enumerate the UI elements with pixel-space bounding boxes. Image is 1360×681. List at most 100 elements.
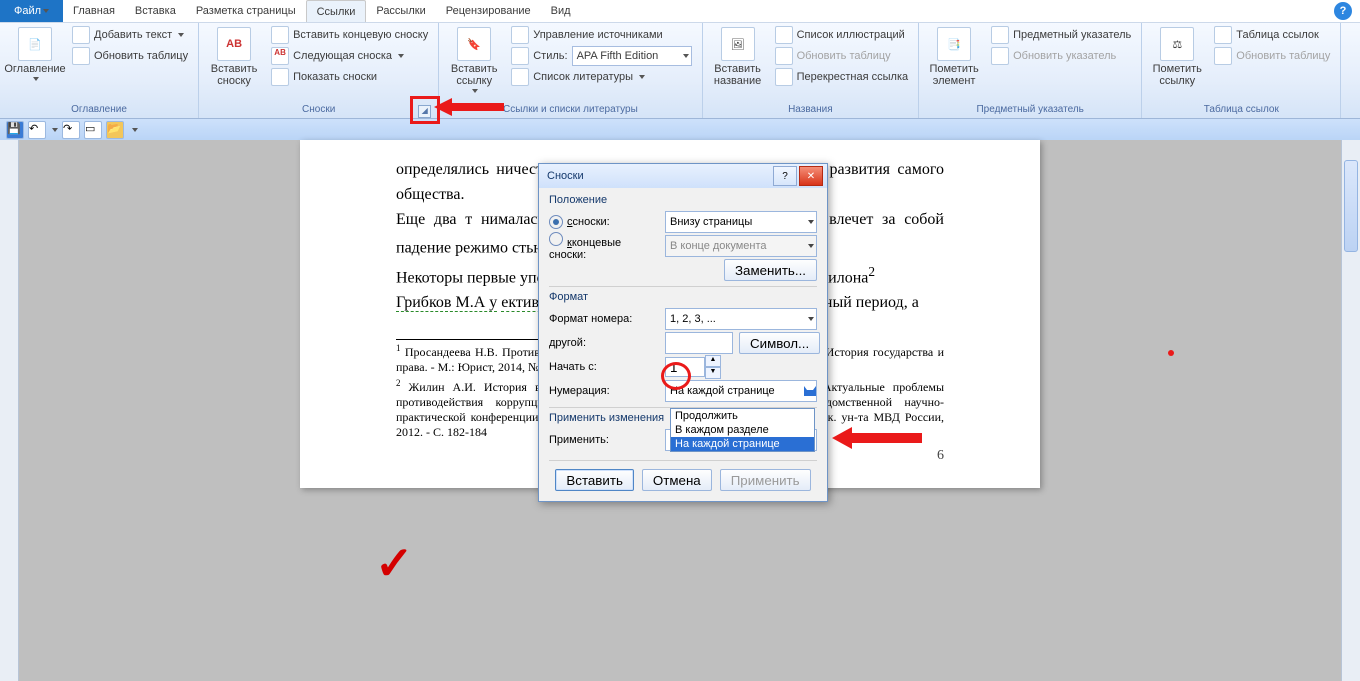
- undo-icon[interactable]: ↶: [28, 121, 46, 139]
- label: Показать сноски: [293, 71, 377, 83]
- insert-caption-button[interactable]: 🖼Вставить название: [709, 25, 767, 87]
- combo-value: На каждой странице: [670, 385, 775, 397]
- new-doc-icon[interactable]: ▭: [84, 121, 102, 139]
- update-toc-button[interactable]: Обновить таблицу: [68, 46, 192, 66]
- spin-up-icon[interactable]: ▲: [705, 355, 721, 367]
- help-icon[interactable]: ?: [1334, 2, 1352, 20]
- next-footnote-button[interactable]: ABСледующая сноска: [267, 46, 432, 66]
- chevron-down-icon[interactable]: [52, 128, 58, 132]
- insert-endnote-button[interactable]: Вставить концевую сноску: [267, 25, 432, 45]
- tab-home[interactable]: Главная: [63, 0, 125, 22]
- open-icon[interactable]: 📂: [106, 121, 124, 139]
- redo-icon[interactable]: ↷: [62, 121, 80, 139]
- chevron-down-icon: [808, 220, 814, 224]
- dialog-close-button[interactable]: ✕: [799, 166, 823, 186]
- label: Вставить концевую сноску: [293, 29, 428, 41]
- label: Следующая сноска: [293, 50, 392, 62]
- combo-value: 1, 2, 3, ...: [670, 313, 716, 325]
- index-icon: [991, 26, 1009, 44]
- add-text-button[interactable]: Добавить текст: [68, 25, 192, 45]
- endnote-position-combo: В конце документа: [665, 235, 817, 257]
- crossref-icon: [775, 68, 793, 86]
- insert-footnote-button[interactable]: ABВставить сноску: [205, 25, 263, 87]
- label: Обновить таблицу: [94, 50, 188, 62]
- footnotes-launcher[interactable]: ◢: [418, 105, 431, 118]
- mark-entry-button[interactable]: 📑Пометить элемент: [925, 25, 983, 87]
- tab-layout[interactable]: Разметка страницы: [186, 0, 306, 22]
- cross-reference-button[interactable]: Перекрестная ссылка: [771, 67, 913, 87]
- menu-tabs: Файл Главная Вставка Разметка страницы С…: [0, 0, 1360, 22]
- footnotes-dialog: Сноски ? ✕ Положение ссноски: Внизу стра…: [538, 163, 828, 502]
- replace-button[interactable]: Заменить...: [724, 259, 817, 281]
- chevron-down-icon: [639, 75, 645, 79]
- dialog-help-button[interactable]: ?: [773, 166, 797, 186]
- chevron-down-icon: [398, 54, 404, 58]
- dropdown-option-selected[interactable]: На каждой странице: [671, 437, 814, 451]
- label: Пометить ссылку: [1153, 63, 1202, 87]
- mark-citation-button[interactable]: ⚖Пометить ссылку: [1148, 25, 1206, 87]
- footnote-position-combo[interactable]: Внизу страницы: [665, 211, 817, 233]
- tab-review[interactable]: Рецензирование: [436, 0, 541, 22]
- insert-index-button[interactable]: Предметный указатель: [987, 25, 1135, 45]
- insert-toa-button[interactable]: Таблица ссылок: [1210, 25, 1334, 45]
- list-of-figures-button[interactable]: Список иллюстраций: [771, 25, 913, 45]
- show-icon: [271, 68, 289, 86]
- bibliography-button[interactable]: Список литературы: [507, 67, 695, 87]
- number-format-combo[interactable]: 1, 2, 3, ...: [665, 308, 817, 330]
- spin-down-icon[interactable]: ▼: [705, 367, 721, 379]
- tab-view[interactable]: Вид: [541, 0, 581, 22]
- chevron-down-icon: [808, 317, 814, 321]
- ribbon: 📄Оглавление Добавить текст Обновить табл…: [0, 22, 1360, 119]
- radio-endnotes[interactable]: кконцевые сноски:: [549, 232, 659, 261]
- custom-mark-input[interactable]: [665, 332, 733, 354]
- refresh-icon: [775, 47, 793, 65]
- start-at-spinner[interactable]: ▲▼: [665, 355, 721, 379]
- label: Список литературы: [533, 71, 633, 83]
- citation-style[interactable]: Стиль:APA Fifth Edition: [507, 46, 695, 66]
- label: Таблица ссылок: [1236, 29, 1319, 41]
- insert-citation-button[interactable]: 🔖Вставить ссылку: [445, 25, 503, 93]
- group-label-footnotes: Сноски◢: [205, 104, 432, 118]
- update-captions-button[interactable]: Обновить таблицу: [771, 46, 913, 66]
- chevron-down-icon: [472, 89, 478, 93]
- group-label-index: Предметный указатель: [925, 104, 1135, 118]
- scroll-thumb[interactable]: [1344, 160, 1358, 252]
- save-icon[interactable]: 💾: [6, 121, 24, 139]
- dialog-titlebar[interactable]: Сноски ? ✕: [539, 164, 827, 188]
- update-index-button[interactable]: Обновить указатель: [987, 46, 1135, 66]
- radio-footnotes[interactable]: ссноски:: [549, 215, 659, 229]
- mark-cite-icon: ⚖: [1160, 27, 1194, 61]
- sources-icon: [511, 26, 529, 44]
- manage-sources-button[interactable]: Управление источниками: [507, 25, 695, 45]
- dropdown-option[interactable]: Продолжить: [671, 409, 814, 423]
- toc-icon: 📄: [18, 27, 52, 61]
- plus-icon: [72, 26, 90, 44]
- vertical-scrollbar[interactable]: [1341, 140, 1360, 681]
- update-toa-button[interactable]: Обновить таблицу: [1210, 46, 1334, 66]
- label-start-at: Начать с:: [549, 361, 659, 373]
- label: Пометить элемент: [929, 63, 978, 87]
- caption-icon: 🖼: [721, 27, 755, 61]
- toc-button[interactable]: 📄Оглавление: [6, 25, 64, 81]
- dropdown-option[interactable]: В каждом разделе: [671, 423, 814, 437]
- numbering-dropdown-list[interactable]: Продолжить В каждом разделе На каждой ст…: [670, 408, 815, 452]
- chevron-down-icon[interactable]: [132, 128, 138, 132]
- refresh-icon: [991, 47, 1009, 65]
- radio-off-icon: [549, 232, 563, 246]
- combo-value: Внизу страницы: [670, 216, 752, 228]
- numbering-combo[interactable]: На каждой странице: [665, 380, 817, 402]
- tab-insert[interactable]: Вставка: [125, 0, 186, 22]
- tab-mailings[interactable]: Рассылки: [366, 0, 435, 22]
- chevron-down-icon: [804, 386, 816, 396]
- label: Вставить сноску: [211, 63, 258, 87]
- symbol-button[interactable]: Символ...: [739, 332, 820, 354]
- group-label-captions: Названия: [709, 104, 913, 118]
- mark-icon: 📑: [937, 27, 971, 61]
- show-notes-button[interactable]: Показать сноски: [267, 67, 432, 87]
- insert-button[interactable]: Вставить: [555, 469, 634, 491]
- tab-references[interactable]: Ссылки: [306, 0, 367, 22]
- chevron-down-icon: [178, 33, 184, 37]
- file-tab[interactable]: Файл: [0, 0, 63, 22]
- start-at-input[interactable]: [665, 357, 705, 377]
- cancel-button[interactable]: Отмена: [642, 469, 712, 491]
